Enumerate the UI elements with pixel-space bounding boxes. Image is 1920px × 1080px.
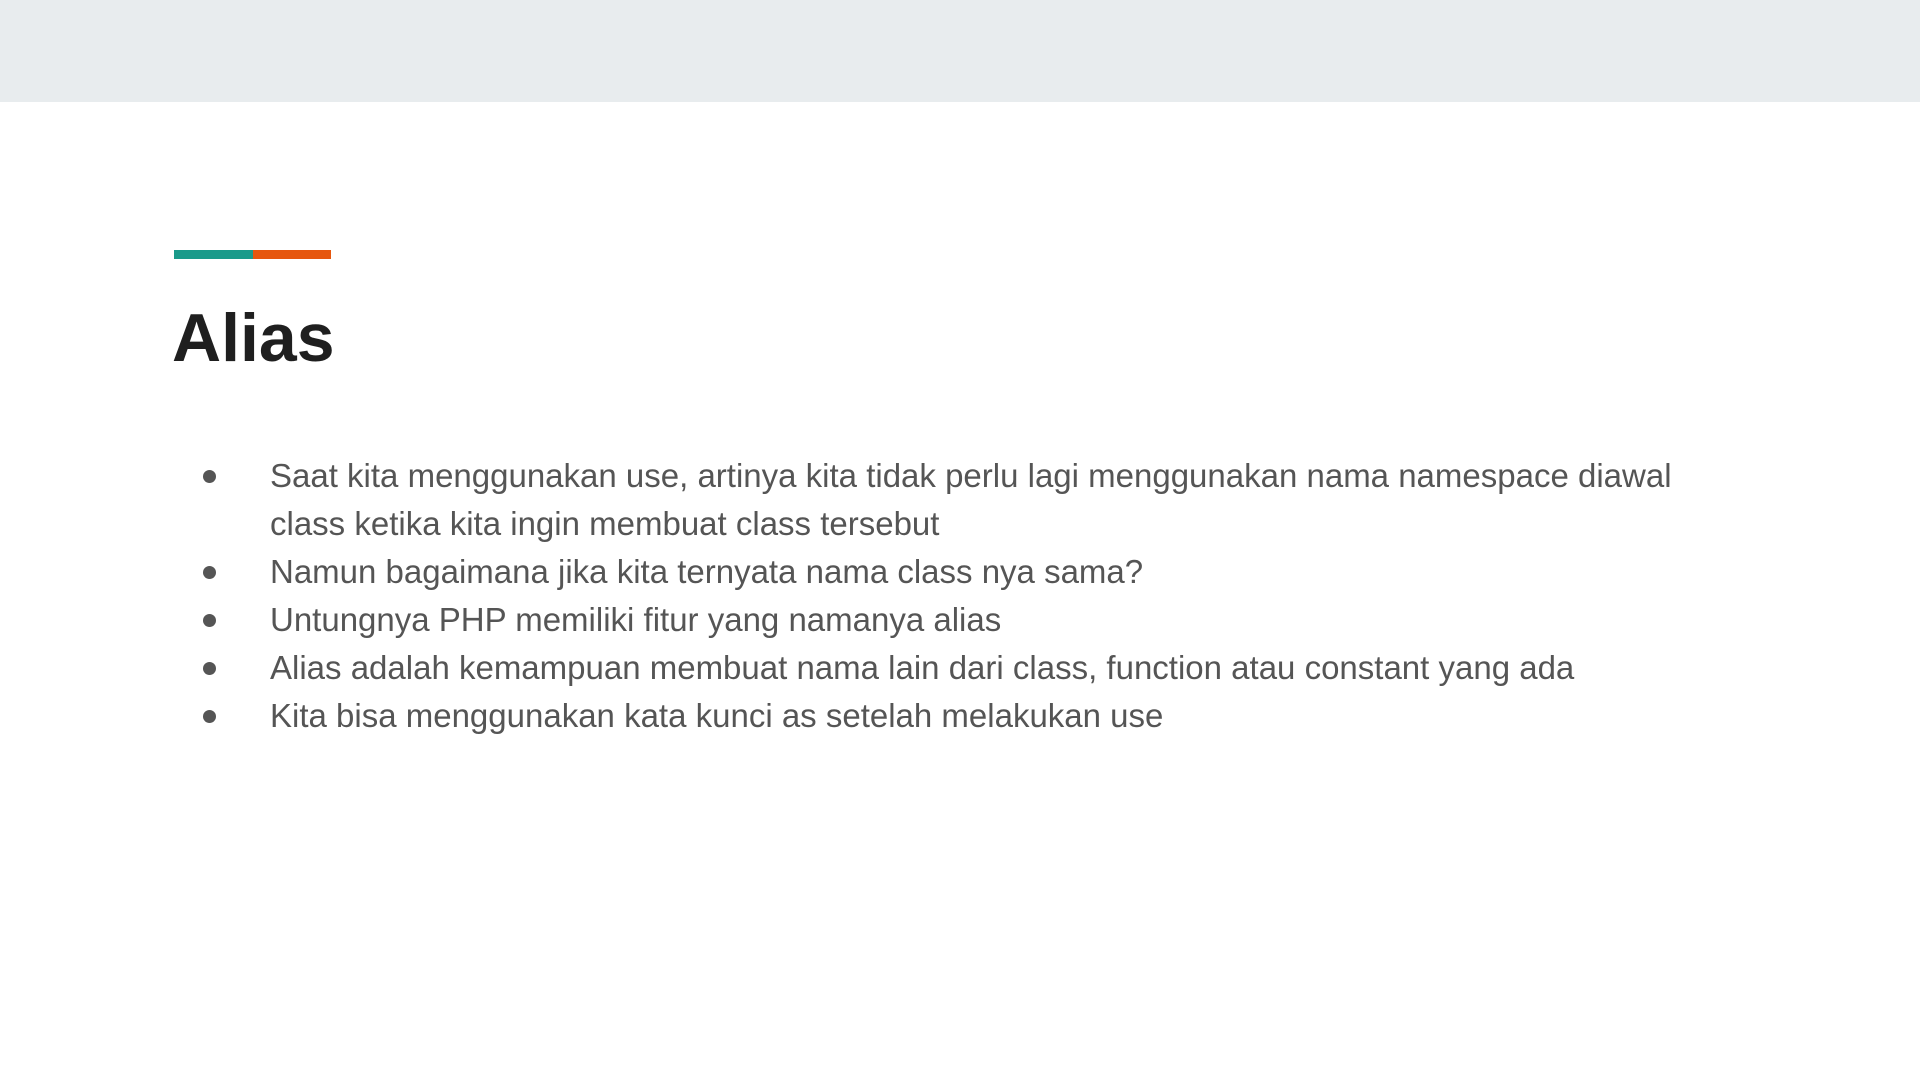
top-band [0, 0, 1920, 102]
accent-segment-teal [174, 250, 253, 259]
bullet-text: Alias adalah kemampuan membuat nama lain… [270, 649, 1575, 686]
bullet-item: Kita bisa menggunakan kata kunci as sete… [200, 692, 1720, 740]
bullet-list: Saat kita menggunakan use, artinya kita … [200, 452, 1720, 740]
bullet-item: Saat kita menggunakan use, artinya kita … [200, 452, 1720, 548]
bullet-icon [203, 710, 216, 723]
bullet-icon [203, 566, 216, 579]
bullet-item: Namun bagaimana jika kita ternyata nama … [200, 548, 1720, 596]
bullet-icon [203, 662, 216, 675]
bullet-item: Alias adalah kemampuan membuat nama lain… [200, 644, 1720, 692]
bullet-item: Untungnya PHP memiliki fitur yang namany… [200, 596, 1720, 644]
bullet-icon [203, 614, 216, 627]
accent-segment-orange [252, 250, 331, 259]
slide-title: Alias [172, 300, 335, 376]
bullet-text: Kita bisa menggunakan kata kunci as sete… [270, 697, 1164, 734]
bullet-icon [203, 470, 216, 483]
bullet-text: Namun bagaimana jika kita ternyata nama … [270, 553, 1144, 590]
bullet-text: Saat kita menggunakan use, artinya kita … [270, 457, 1672, 542]
bullet-text: Untungnya PHP memiliki fitur yang namany… [270, 601, 1002, 638]
title-accent-bar [174, 250, 331, 259]
